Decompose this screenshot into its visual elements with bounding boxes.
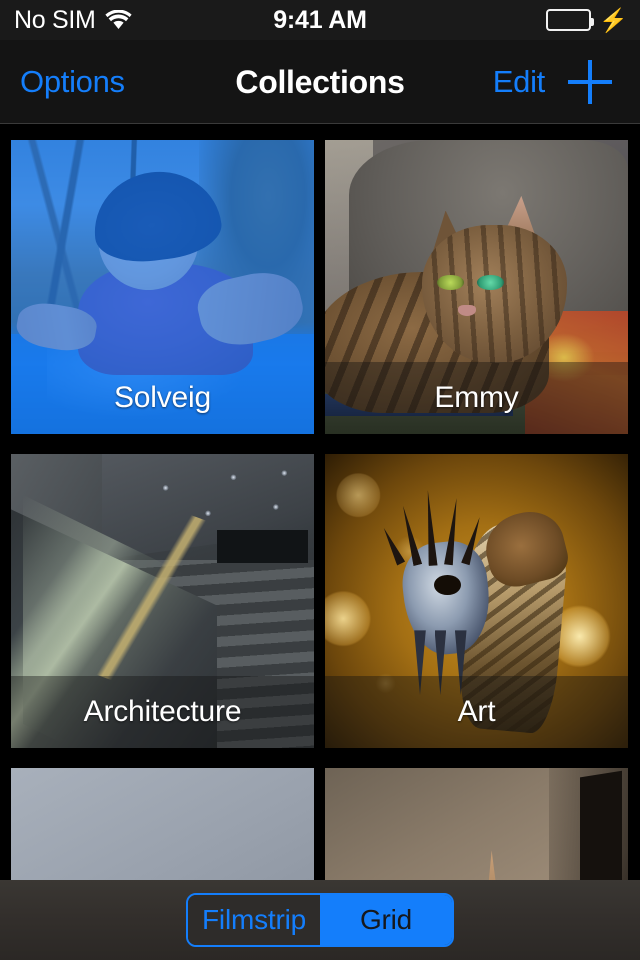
collection-thumbnail [325,768,628,880]
add-collection-button[interactable] [562,40,618,124]
segment-grid[interactable]: Grid [320,895,452,945]
collection-cell-5[interactable] [11,768,314,880]
edit-button[interactable]: Edit [493,40,546,124]
collection-title: Solveig [114,381,211,414]
collection-cell-solveig[interactable]: Solveig [11,140,314,434]
battery-icon [546,9,595,31]
collection-cell-emmy[interactable]: Emmy [325,140,628,434]
collection-title: Emmy [325,362,628,434]
clock-label: 9:41 AM [273,5,367,34]
collections-grid[interactable]: Solveig Emmy Architecture Art [0,125,640,880]
grid-row [0,753,640,880]
grey-gradient-photo [11,768,314,880]
lightning-bolt-icon: ⚡ [599,6,628,33]
photo-collections-screen: No SIM 9:41 AM ⚡ Options Collections Edi… [0,0,640,960]
plus-icon [568,60,612,104]
grid-row: Architecture Art [0,439,640,748]
collection-cell-6[interactable] [325,768,628,880]
collection-thumbnail [11,768,314,880]
segment-filmstrip[interactable]: Filmstrip [188,895,320,945]
view-mode-segmented-control[interactable]: Filmstrip Grid [186,893,454,947]
collection-title: Art [325,676,628,748]
navigation-bar: Options Collections Edit [0,40,640,124]
status-bar-right: ⚡ [546,0,628,40]
bottom-toolbar: Filmstrip Grid [0,880,640,960]
collection-cell-architecture[interactable]: Architecture [11,454,314,748]
grid-row: Solveig Emmy [0,125,640,434]
status-bar: No SIM 9:41 AM ⚡ [0,0,640,40]
collection-cell-art[interactable]: Art [325,454,628,748]
collection-title: Architecture [11,676,314,748]
cat-ear-closeup-photo [325,768,628,880]
